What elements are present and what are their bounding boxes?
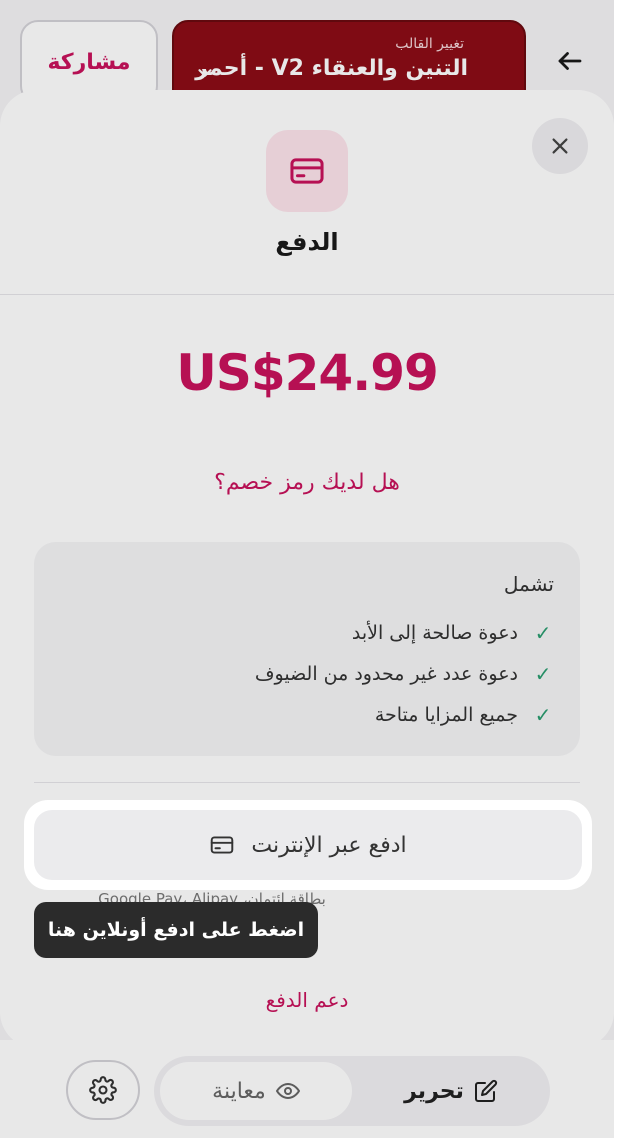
pay-online-label: ادفع عبر الإنترنت <box>251 832 407 858</box>
check-icon: ✓ <box>534 703 552 727</box>
eye-icon <box>275 1083 300 1099</box>
feature-item: ✓ دعوة عدد غير محدود من الضيوف <box>255 659 554 689</box>
edit-icon <box>474 1079 497 1102</box>
divider <box>0 294 614 295</box>
preview-label: معاينة <box>212 1078 266 1104</box>
feature-item: ✓ جميع المزايا متاحة <box>375 700 554 730</box>
check-icon: ✓ <box>534 621 552 645</box>
coupon-link[interactable]: هل لديك رمز خصم؟ <box>0 470 614 495</box>
back-button[interactable] <box>546 38 594 84</box>
edit-label: تحرير <box>404 1078 464 1104</box>
sheet-title: الدفع <box>275 228 339 256</box>
feature-label: دعوة عدد غير محدود من الضيوف <box>254 663 518 685</box>
check-icon: ✓ <box>534 662 552 686</box>
feature-label: جميع المزايا متاحة <box>374 704 518 726</box>
includes-card: تشمل ✓ دعوة صالحة إلى الأبد ✓ دعوة عدد غ… <box>34 542 580 756</box>
divider <box>34 782 580 783</box>
price: US$24.99 <box>176 344 439 402</box>
feature-label: دعوة صالحة إلى الأبد <box>351 622 518 644</box>
close-button[interactable] <box>532 118 588 174</box>
close-icon <box>552 138 568 154</box>
template-name: التنين والعنقاء V2 - أحمر <box>195 56 468 81</box>
arrow-left-icon <box>558 52 582 70</box>
feature-item: ✓ دعوة صالحة إلى الأبد <box>352 618 554 648</box>
payment-support-link[interactable]: دعم الدفع <box>0 988 614 1012</box>
credit-card-icon <box>211 836 234 854</box>
edit-tab[interactable]: تحرير <box>366 1062 536 1120</box>
gear-icon <box>89 1076 117 1104</box>
payment-badge <box>266 130 348 212</box>
template-caption: تغيير القالب <box>395 36 464 52</box>
pay-online-button[interactable]: ادفع عبر الإنترنت <box>34 810 582 880</box>
credit-card-icon <box>290 158 324 184</box>
tutorial-tooltip: اضغط على ادفع أونلاين هنا <box>34 902 318 958</box>
edge-strip <box>614 0 640 1138</box>
chevron-down-icon <box>198 69 212 77</box>
bottom-nav: معاينة تحرير <box>0 1040 614 1138</box>
includes-title: تشمل <box>503 572 554 596</box>
preview-tab[interactable]: معاينة <box>160 1062 352 1120</box>
settings-button[interactable] <box>66 1060 140 1120</box>
